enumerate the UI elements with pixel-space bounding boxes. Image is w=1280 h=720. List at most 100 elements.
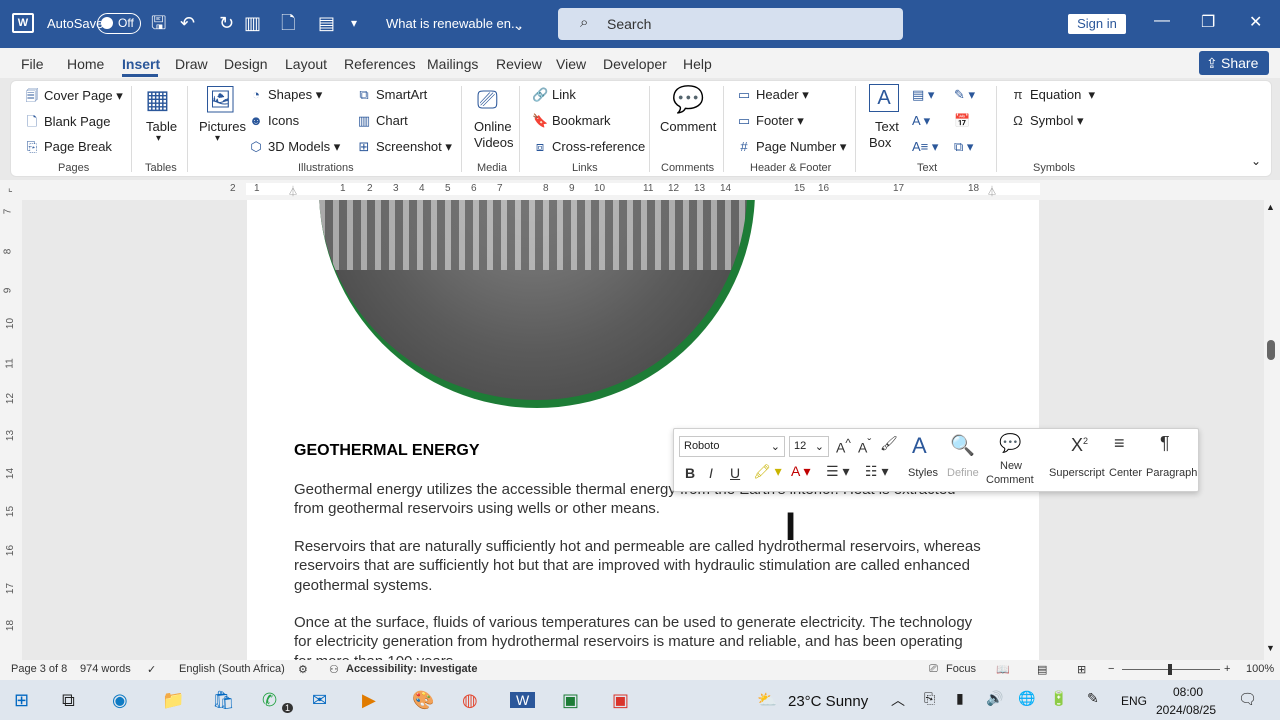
- vertical-scrollbar[interactable]: [1264, 200, 1280, 660]
- media-player-icon[interactable]: ▶: [362, 690, 376, 711]
- pictures-chevron-icon[interactable]: ▾: [215, 133, 220, 144]
- undo-icon[interactable]: ↶: [180, 12, 195, 34]
- equation-button[interactable]: π Equation ▾: [1010, 87, 1096, 103]
- page-break-button[interactable]: ⎘ Page Break: [24, 139, 112, 155]
- ruler-tab-selector-icon[interactable]: ⌞: [8, 183, 13, 194]
- window-icon[interactable]: ▤: [318, 12, 335, 34]
- paragraph-3-line-3[interactable]: for more than 100 years.: [294, 652, 994, 660]
- camtasia-green-icon[interactable]: ▣: [562, 690, 579, 711]
- link-button[interactable]: 🔗 Link: [532, 87, 576, 103]
- tab-design[interactable]: Design: [224, 56, 268, 72]
- show-hidden-icons-icon[interactable]: ︿: [891, 690, 905, 710]
- speaker-icon[interactable]: 🔊: [986, 690, 1003, 707]
- store-icon[interactable]: 🛍: [212, 690, 235, 711]
- pictures-button[interactable]: Pictures: [199, 119, 246, 134]
- tab-review[interactable]: Review: [496, 56, 542, 72]
- language[interactable]: English (South Africa): [179, 663, 285, 675]
- grow-font-icon[interactable]: A^: [836, 437, 851, 456]
- windows-start-icon[interactable]: ⊞: [14, 690, 29, 711]
- drop-cap-icon[interactable]: A≡ ▾: [912, 139, 938, 155]
- zoom-level[interactable]: 100%: [1246, 663, 1274, 675]
- table-chevron-icon[interactable]: ▾: [156, 133, 161, 144]
- paragraph-2-line-1[interactable]: Reservoirs that are naturally sufficient…: [294, 537, 994, 557]
- zoom-in-icon[interactable]: +: [1224, 663, 1230, 675]
- section-heading[interactable]: GEOTHERMAL ENERGY: [294, 442, 480, 460]
- chevron-down-icon[interactable]: ⌄: [514, 15, 524, 37]
- shrink-font-icon[interactable]: Aˇ: [858, 437, 871, 456]
- bullets-icon[interactable]: ☰ ▾: [826, 463, 849, 480]
- tab-references[interactable]: References: [344, 56, 416, 72]
- tray-app-icon[interactable]: ⎘: [924, 690, 935, 707]
- new-doc-icon[interactable]: 🗋: [281, 12, 295, 34]
- scroll-down-icon[interactable]: ▼: [1266, 643, 1275, 653]
- document-title[interactable]: What is renewable en...: [386, 16, 522, 31]
- paragraph-label[interactable]: Paragraph: [1146, 467, 1197, 479]
- mail-icon[interactable]: ✉: [312, 690, 327, 711]
- tab-mailings[interactable]: Mailings: [427, 56, 478, 72]
- header-button[interactable]: ▭ Header ▾: [736, 87, 809, 103]
- focus-icon[interactable]: ⎚: [929, 663, 938, 676]
- font-name-dropdown[interactable]: Roboto ⌄: [679, 436, 785, 457]
- symbol-button[interactable]: Ω Symbol ▾: [1010, 113, 1083, 129]
- zoom-out-icon[interactable]: −: [1108, 663, 1114, 675]
- superscript-label[interactable]: Superscript: [1049, 467, 1105, 479]
- geothermal-plant-image[interactable]: [319, 200, 755, 408]
- weather-icon[interactable]: ⛅: [757, 690, 777, 710]
- tab-help[interactable]: Help: [683, 56, 712, 72]
- proofing-icon[interactable]: ✓: [147, 663, 156, 676]
- weather-text[interactable]: 23°C Sunny: [788, 693, 868, 710]
- web-layout-icon[interactable]: ⊞: [1077, 663, 1086, 676]
- paragraph-icon[interactable]: ¶: [1160, 433, 1170, 454]
- network-icon[interactable]: 🌐: [1018, 690, 1035, 707]
- paragraph-1-line-2[interactable]: from geothermal reservoirs using wells o…: [294, 499, 994, 519]
- center-label[interactable]: Center: [1109, 467, 1142, 479]
- predictions-icon[interactable]: ⚙: [298, 663, 308, 676]
- 3d-models-button[interactable]: ⬡ 3D Models ▾: [248, 139, 340, 155]
- font-color-icon[interactable]: A ▾: [791, 463, 810, 480]
- new-comment-label-1[interactable]: New: [1000, 460, 1022, 472]
- word-taskbar-icon[interactable]: W: [510, 692, 536, 708]
- table-button[interactable]: Table: [146, 119, 177, 134]
- tab-insert[interactable]: Insert: [122, 56, 160, 72]
- chart-button[interactable]: ▥ Chart: [356, 113, 408, 129]
- battery-icon[interactable]: 🔋: [1050, 690, 1067, 707]
- clock-time[interactable]: 08:00: [1173, 685, 1203, 699]
- page-count[interactable]: Page 3 of 8: [11, 663, 67, 675]
- text-box-label-2[interactable]: Box: [869, 135, 891, 150]
- indent-marker-icon[interactable]: ⏃: [288, 183, 298, 198]
- wordart-icon[interactable]: A ▾: [912, 113, 930, 129]
- restore-icon[interactable]: ❐: [1201, 12, 1215, 32]
- tab-file[interactable]: File: [21, 56, 44, 72]
- new-comment-icon[interactable]: 💬: [999, 433, 1021, 454]
- whatsapp-icon[interactable]: ✆: [262, 690, 277, 711]
- file-explorer-icon[interactable]: 📁: [162, 690, 184, 711]
- edge-icon[interactable]: ◉: [112, 690, 128, 711]
- usb-icon[interactable]: ▮: [956, 690, 964, 707]
- format-painter-icon[interactable]: 🖌: [880, 435, 898, 452]
- new-comment-label-2[interactable]: Comment: [986, 474, 1034, 486]
- online-videos-label-1[interactable]: Online: [474, 119, 512, 134]
- collapse-ribbon-icon[interactable]: ⌄: [1251, 154, 1261, 168]
- footer-button[interactable]: ▭ Footer ▾: [736, 113, 804, 129]
- read-mode-icon[interactable]: 📖: [996, 663, 1010, 676]
- tab-layout[interactable]: Layout: [285, 56, 327, 72]
- tab-draw[interactable]: Draw: [175, 56, 208, 72]
- superscript-icon[interactable]: X2: [1071, 435, 1088, 456]
- highlight-icon[interactable]: 🖍 ▾: [753, 463, 782, 480]
- customize-quick-access-icon[interactable]: ▾: [351, 12, 357, 34]
- shapes-button[interactable]: ◔ Shapes ▾: [248, 87, 322, 103]
- blank-page-button[interactable]: 🗋 Blank Page: [24, 113, 111, 135]
- tab-view[interactable]: View: [556, 56, 586, 72]
- print-layout-icon[interactable]: ▤: [1037, 663, 1047, 676]
- word-count[interactable]: 974 words: [80, 663, 131, 675]
- input-language[interactable]: ENG: [1121, 694, 1147, 708]
- paragraph-2-line-3[interactable]: geothermal systems.: [294, 576, 994, 596]
- zoom-slider-thumb[interactable]: [1168, 664, 1172, 675]
- tab-developer[interactable]: Developer: [603, 56, 667, 72]
- pen-icon[interactable]: ✎: [1087, 690, 1099, 707]
- font-size-dropdown[interactable]: 12 ⌄: [789, 436, 829, 457]
- focus-label[interactable]: Focus: [946, 663, 976, 675]
- accessibility-status[interactable]: Accessibility: Investigate: [346, 663, 477, 675]
- numbering-icon[interactable]: ☷ ▾: [865, 463, 888, 480]
- save-icon[interactable]: 🖫: [151, 12, 166, 34]
